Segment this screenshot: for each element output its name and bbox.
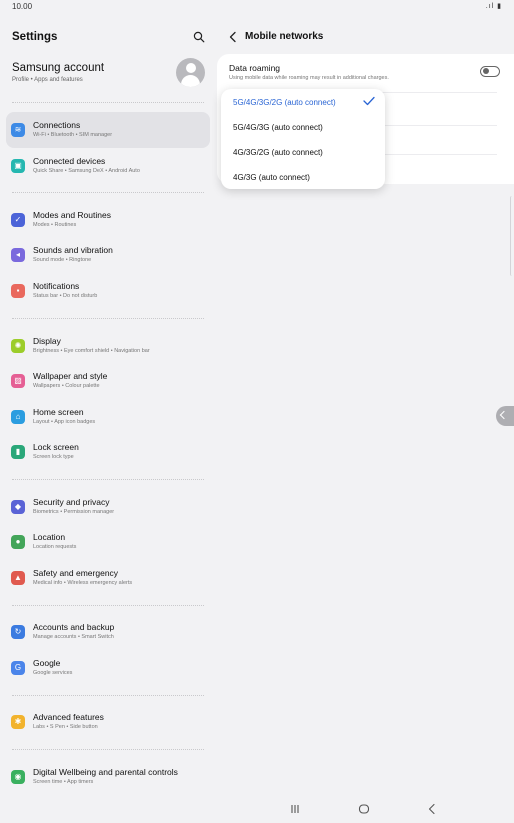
menu-item-title: Home screen [33, 407, 84, 417]
scrollbar[interactable] [510, 196, 514, 276]
menu-item-subtitle: Medical info • Wireless emergency alerts [33, 580, 133, 586]
menu-item-google[interactable]: G Google Google services [6, 650, 210, 686]
connected-devices-icon: ▣ [11, 159, 25, 173]
menu-item-home-screen[interactable]: ⌂ Home screen Layout • App icon badges [6, 399, 210, 435]
divider [12, 695, 204, 696]
divider [12, 605, 204, 606]
account-title: Samsung account [12, 62, 105, 74]
menu-item-security-and-privacy[interactable]: ◆ Security and privacy Biometrics • Perm… [6, 489, 210, 525]
edge-panel-handle[interactable] [496, 406, 514, 426]
menu-item-title: Lock screen [33, 442, 79, 452]
search-icon[interactable] [193, 31, 205, 43]
menu-item-advanced-features[interactable]: ✱ Advanced features Labs • S Pen • Side … [6, 704, 210, 740]
menu-item-title: Security and privacy [33, 497, 110, 507]
wellbeing-icon: ◉ [11, 770, 25, 784]
check-icon [363, 96, 375, 106]
menu-item-accounts-and-backup[interactable]: ↻ Accounts and backup Manage accounts • … [6, 614, 210, 650]
menu-item-subtitle: Status bar • Do not disturb [33, 293, 98, 299]
menu-item-subtitle: Quick Share • Samsung DeX • Android Auto [33, 168, 140, 174]
nav-back-icon[interactable] [424, 802, 440, 816]
menu-item-title: Notifications [33, 281, 80, 291]
menu-item-title: Accounts and backup [33, 622, 115, 632]
home-icon: ⌂ [11, 410, 25, 424]
menu-item-title: Wallpaper and style [33, 371, 108, 381]
menu-item-lock-screen[interactable]: ▮ Lock screen Screen lock type [6, 434, 210, 470]
menu-item-subtitle: Manage accounts • Smart Switch [33, 634, 114, 640]
emergency-icon: ▲ [11, 571, 25, 585]
menu-item-title: Connected devices [33, 156, 106, 166]
network-mode-dropdown: 5G/4G/3G/2G (auto connect) 5G/4G/3G (aut… [221, 89, 385, 189]
settings-title: Settings [12, 31, 58, 43]
menu-item-title: Display [33, 336, 61, 346]
menu-item-subtitle: Layout • App icon badges [33, 419, 96, 425]
status-time: 10.00 [12, 2, 33, 11]
google-icon: G [11, 661, 25, 675]
divider [12, 749, 204, 750]
menu-item-title: Location [33, 532, 66, 542]
home-button-icon[interactable] [356, 802, 372, 816]
divider [12, 102, 204, 103]
menu-item-title: Advanced features [33, 712, 104, 722]
recent-apps-icon[interactable] [287, 802, 303, 816]
lock-icon: ▮ [11, 445, 25, 459]
menu-item-subtitle: Wallpapers • Colour palette [33, 383, 100, 389]
menu-item-title: Safety and emergency [33, 568, 119, 578]
menu-item-title: Digital Wellbeing and parental controls [33, 767, 178, 777]
menu-item-title: Google [33, 658, 61, 668]
menu-item-safety-and-emergency[interactable]: ▲ Safety and emergency Medical info • Wi… [6, 560, 210, 596]
menu-item-subtitle: Biometrics • Permission manager [33, 509, 115, 515]
menu-item-title: Modes and Routines [33, 210, 111, 220]
data-roaming-subtitle: Using mobile data while roaming may resu… [229, 75, 389, 81]
divider [12, 192, 204, 193]
page-title: Mobile networks [245, 31, 324, 42]
account-subtitle: Profile • Apps and features [12, 77, 83, 83]
menu-item-modes-and-routines[interactable]: ✓ Modes and Routines Modes • Routines [6, 202, 210, 238]
notifications-icon: ▪ [11, 284, 25, 298]
menu-item-sounds-and-vibration[interactable]: ◂ Sounds and vibration Sound mode • Ring… [6, 237, 210, 273]
sound-icon: ◂ [11, 248, 25, 262]
menu-item-connections[interactable]: ≋ Connections Wi-Fi • Bluetooth • SIM ma… [6, 112, 210, 148]
menu-item-subtitle: Screen time • App timers [33, 779, 94, 785]
divider [12, 479, 204, 480]
divider [12, 318, 204, 319]
menu-item-title: Sounds and vibration [33, 245, 113, 255]
network-mode-option[interactable]: 4G/3G (auto connect) [233, 173, 310, 182]
menu-item-wallpaper-and-style[interactable]: ▨ Wallpaper and style Wallpapers • Colou… [6, 363, 210, 399]
shield-icon: ◆ [11, 500, 25, 514]
menu-item-subtitle: Location requests [33, 544, 77, 550]
wallpaper-icon: ▨ [11, 374, 25, 388]
status-bar: 10.00 .ıl ▮ [0, 0, 514, 14]
menu-item-display[interactable]: ✺ Display Brightness • Eye comfort shiel… [6, 328, 210, 364]
data-roaming-toggle[interactable] [480, 66, 500, 77]
menu-item-subtitle: Google services [33, 670, 73, 676]
menu-item-subtitle: Screen lock type [33, 454, 74, 460]
samsung-account[interactable]: Samsung account Profile • Apps and featu… [12, 62, 104, 83]
advanced-icon: ✱ [11, 715, 25, 729]
menu-item-subtitle: Sound mode • Ringtone [33, 257, 92, 263]
navigation-bar [0, 794, 514, 823]
network-mode-option: 5G/4G/3G/2G (auto connect) [233, 98, 336, 107]
avatar[interactable] [176, 58, 205, 87]
menu-item-notifications[interactable]: ▪ Notifications Status bar • Do not dist… [6, 273, 210, 309]
network-mode-option[interactable]: 5G/4G/3G (auto connect) [233, 123, 323, 132]
back-icon[interactable] [228, 31, 238, 43]
accounts-icon: ↻ [11, 625, 25, 639]
data-roaming-title: Data roaming [229, 63, 281, 73]
modes-icon: ✓ [11, 213, 25, 227]
settings-panel: Settings Samsung account Profile • Apps … [0, 14, 218, 794]
menu-item-location[interactable]: ● Location Location requests [6, 524, 210, 560]
location-icon: ● [11, 535, 25, 549]
wifi-icon: ≋ [11, 123, 25, 137]
menu-item-title: Connections [33, 120, 81, 130]
display-icon: ✺ [11, 339, 25, 353]
menu-item-digital-wellbeing[interactable]: ◉ Digital Wellbeing and parental control… [6, 759, 210, 795]
status-icons: .ıl ▮ [485, 3, 502, 10]
menu-item-subtitle: Wi-Fi • Bluetooth • SIM manager [33, 132, 113, 138]
menu-item-subtitle: Labs • S Pen • Side button [33, 724, 98, 730]
network-mode-option[interactable]: 4G/3G/2G (auto connect) [233, 148, 323, 157]
menu-item-subtitle: Modes • Routines [33, 222, 77, 228]
menu-item-connected-devices[interactable]: ▣ Connected devices Quick Share • Samsun… [6, 148, 210, 184]
menu-item-subtitle: Brightness • Eye comfort shield • Naviga… [33, 348, 150, 354]
